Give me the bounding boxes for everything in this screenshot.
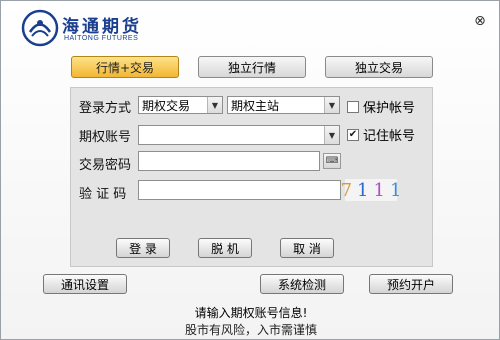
protect-account-label: 保护帐号 bbox=[363, 101, 416, 116]
offline-button[interactable]: 脱 机 bbox=[198, 238, 252, 258]
check-icon: ✔ bbox=[347, 128, 359, 141]
tab-quote-and-trade[interactable]: 行情+交易 bbox=[71, 56, 179, 78]
login-window: 海通期货 HAITONG FUTURES ⊗ 行情+交易 独立行情 独立交易 登… bbox=[0, 0, 500, 340]
server-select[interactable]: 期权主站 ▼ bbox=[227, 96, 340, 114]
reserve-account-button[interactable]: 预约开户 bbox=[369, 274, 453, 294]
login-button[interactable]: 登 录 bbox=[116, 238, 170, 258]
remember-account-checkbox[interactable]: ✔ 记住帐号 bbox=[347, 125, 415, 144]
comm-settings-button[interactable]: 通讯设置 bbox=[43, 274, 127, 294]
password-input[interactable] bbox=[138, 151, 320, 171]
captcha-char: 1 bbox=[389, 179, 402, 201]
captcha-label: 验 证 码 bbox=[79, 187, 127, 202]
tab-quote-only[interactable]: 独立行情 bbox=[198, 56, 306, 78]
status-message: 请输入期权账号信息! bbox=[194, 306, 308, 320]
login-mode-label: 登录方式 bbox=[79, 101, 132, 116]
password-label: 交易密码 bbox=[79, 158, 132, 173]
chevron-down-icon: ▼ bbox=[324, 97, 339, 113]
logo-cn-text: 海通期货 bbox=[62, 17, 142, 37]
captcha-image[interactable]: 7 1 1 1 bbox=[341, 179, 401, 201]
captcha-input[interactable] bbox=[138, 180, 341, 200]
account-select[interactable]: ▼ bbox=[138, 125, 340, 145]
system-check-button[interactable]: 系统检测 bbox=[260, 274, 344, 294]
haitong-logo: 海通期货 HAITONG FUTURES bbox=[21, 9, 171, 49]
close-icon[interactable]: ⊗ bbox=[472, 13, 488, 29]
risk-notice: 股市有风险，入市需谨慎 bbox=[184, 323, 317, 337]
chevron-down-icon: ▼ bbox=[207, 97, 222, 113]
captcha-char: 1 bbox=[357, 179, 369, 201]
server-value: 期权主站 bbox=[231, 98, 280, 113]
protect-account-checkbox[interactable]: 保护帐号 bbox=[347, 97, 415, 116]
captcha-char: 1 bbox=[373, 179, 385, 201]
soft-keyboard-icon[interactable]: ⌨ bbox=[323, 153, 341, 169]
remember-account-label: 记住帐号 bbox=[363, 129, 416, 144]
account-label: 期权账号 bbox=[79, 130, 132, 145]
haitong-emblem-icon bbox=[21, 9, 59, 47]
captcha-char: 7 bbox=[340, 179, 353, 201]
cancel-button[interactable]: 取 消 bbox=[280, 238, 334, 258]
logo-en-text: HAITONG FUTURES bbox=[64, 35, 139, 42]
tab-trade-only[interactable]: 独立交易 bbox=[325, 56, 433, 78]
checkbox-box bbox=[347, 100, 359, 113]
login-type-select[interactable]: 期权交易 ▼ bbox=[138, 96, 223, 114]
chevron-down-icon: ▼ bbox=[324, 126, 339, 144]
login-type-value: 期权交易 bbox=[142, 98, 191, 113]
